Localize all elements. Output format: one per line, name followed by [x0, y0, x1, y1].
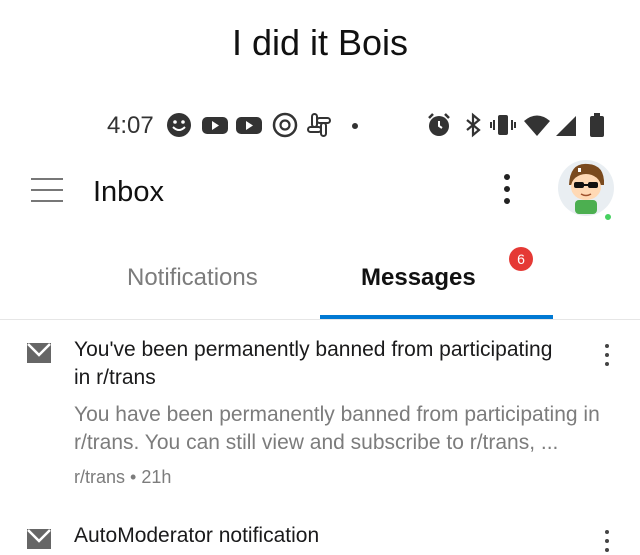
status-time: 4:07 — [107, 112, 154, 139]
wifi-icon — [524, 115, 550, 136]
page-title: Inbox — [93, 176, 164, 208]
active-tab-indicator — [320, 315, 553, 319]
signal-icon — [556, 116, 576, 136]
mail-icon — [27, 529, 51, 549]
messages-badge: 6 — [509, 247, 533, 271]
message-preview: You have been permanently banned from pa… — [74, 403, 600, 454]
status-bar: 4:07 — [0, 106, 640, 146]
avatar[interactable] — [555, 152, 617, 218]
tab-bar: Notifications Messages 6 — [0, 247, 640, 320]
message-more-icon[interactable] — [603, 530, 611, 555]
smiley-icon — [167, 113, 191, 137]
message-subreddit[interactable]: r/trans — [74, 467, 125, 487]
vibrate-icon — [490, 115, 516, 135]
youtube-icon — [202, 117, 228, 134]
app-bar: Inbox — [0, 160, 640, 230]
hamburger-icon[interactable] — [31, 178, 63, 204]
message-meta: r/trans • 21h — [74, 467, 171, 488]
message-title: AutoModerator notification — [74, 524, 320, 547]
message-more-icon[interactable] — [603, 344, 611, 370]
meta-separator: • — [130, 467, 142, 487]
message-item[interactable]: You've been permanently banned from part… — [0, 336, 640, 506]
more-vertical-icon[interactable] — [500, 174, 514, 208]
message-item[interactable]: AutoModerator notification — [0, 522, 640, 555]
mail-icon — [27, 343, 51, 363]
bluetooth-icon — [466, 112, 481, 138]
tab-messages[interactable]: Messages — [361, 264, 476, 292]
threads-icon — [272, 112, 298, 138]
alarm-icon — [428, 113, 450, 136]
message-age: 21h — [141, 467, 172, 487]
slack-icon — [307, 113, 331, 137]
online-status-dot — [603, 212, 613, 222]
youtube-icon — [236, 117, 262, 134]
tab-notifications[interactable]: Notifications — [127, 264, 258, 292]
message-title: You've been permanently banned from part… — [74, 338, 553, 389]
battery-icon — [590, 113, 604, 137]
dot-icon — [352, 123, 358, 129]
caption-text: I did it Bois — [231, 22, 409, 63]
